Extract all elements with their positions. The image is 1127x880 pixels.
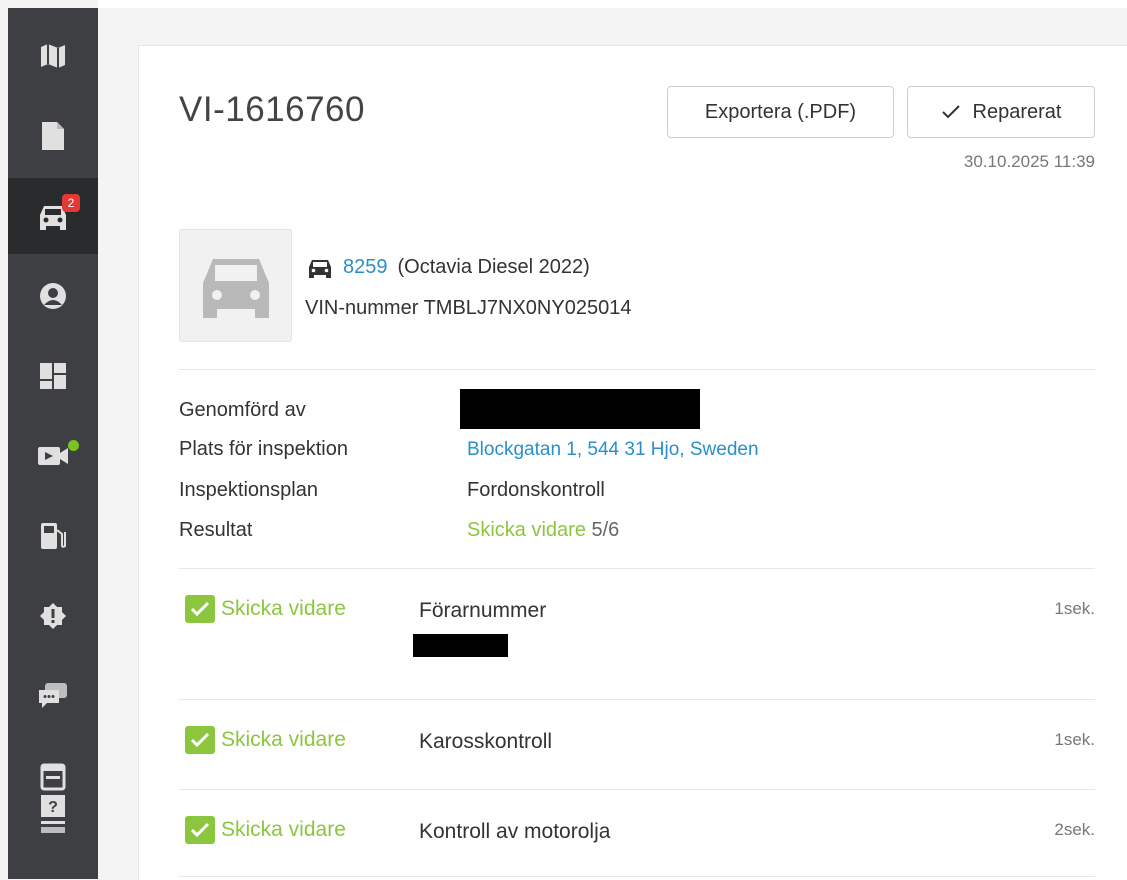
- sidebar-item-dashboard[interactable]: [8, 338, 98, 414]
- car-placeholder-icon: [202, 258, 269, 318]
- check-duration: 1sek.: [1054, 730, 1095, 749]
- vehicle-number-link[interactable]: 8259: [343, 256, 388, 279]
- user-icon: [40, 283, 66, 309]
- divider: [179, 876, 1095, 877]
- check-duration: 1sek.: [1054, 599, 1095, 618]
- vin-label: VIN-nummer: [305, 297, 419, 319]
- dashboard-icon: [40, 363, 66, 389]
- check-status[interactable]: Skicka vidare: [185, 595, 346, 623]
- check-name: Kontroll av motorolja: [419, 820, 611, 843]
- check-status-label: Skicka vidare: [221, 728, 346, 751]
- camera-icon: [38, 447, 68, 465]
- inspection-card: VI-1616760 Exportera (.PDF) Reparerat 30…: [138, 45, 1127, 880]
- vin-row: VIN-nummer TMBLJ7NX0NY025014: [305, 297, 631, 320]
- check-status[interactable]: Skicka vidare: [185, 726, 346, 754]
- sidebar-item-help[interactable]: ?: [8, 783, 98, 843]
- check-name: Karosskontroll: [419, 730, 553, 753]
- location-label: Plats för inspektion: [179, 438, 348, 460]
- fuel-icon: [41, 523, 66, 549]
- redacted-name: [460, 389, 700, 429]
- notification-badge: 2: [62, 194, 80, 212]
- result-count: 5/6: [591, 519, 620, 541]
- car-icon: [309, 259, 331, 278]
- checkbox-checked-icon: [185, 595, 215, 623]
- sidebar-item-camera[interactable]: [8, 418, 98, 494]
- checkbox-checked-icon: [185, 816, 215, 844]
- check-status[interactable]: Skicka vidare: [185, 816, 346, 844]
- result-label: Resultat: [179, 519, 253, 541]
- vehicle-model: (Octavia Diesel 2022): [397, 256, 590, 278]
- vehicle-thumbnail: [179, 229, 292, 342]
- timestamp: 30.10.2025 11:39: [963, 152, 1095, 171]
- sidebar-item-vehicles[interactable]: 2: [8, 178, 98, 254]
- divider: [179, 699, 1095, 700]
- checkmark-icon: [941, 105, 960, 119]
- repaired-button-label: Reparerat: [972, 100, 1062, 123]
- map-icon: [41, 44, 65, 68]
- divider: [179, 369, 1095, 370]
- sidebar: 2 ?: [8, 8, 98, 879]
- performed-by-label: Genomförd av: [179, 399, 306, 421]
- divider: [179, 568, 1095, 569]
- result-value: Skicka vidare 5/6: [467, 519, 619, 542]
- check-status-label: Skicka vidare: [221, 597, 346, 620]
- export-pdf-button[interactable]: Exportera (.PDF): [667, 86, 894, 138]
- top-bar: [98, 0, 1127, 8]
- redacted-value: [413, 634, 508, 657]
- vin-value: TMBLJ7NX0NY025014: [423, 297, 632, 319]
- check-name: Förarnummer: [419, 599, 547, 622]
- document-icon: [42, 122, 64, 150]
- sidebar-item-map[interactable]: [8, 18, 98, 94]
- svg-text:?: ?: [48, 799, 58, 816]
- checkbox-checked-icon: [185, 726, 215, 754]
- vehicle-title: 8259 (Octavia Diesel 2022): [307, 256, 590, 279]
- sidebar-item-fuel[interactable]: [8, 498, 98, 574]
- plan-label: Inspektionsplan: [179, 479, 318, 501]
- divider: [179, 789, 1095, 790]
- help-icon: ?: [41, 795, 65, 833]
- check-status-label: Skicka vidare: [221, 818, 346, 841]
- result-status: Skicka vidare: [467, 519, 586, 541]
- location-link[interactable]: Blockgatan 1, 544 31 Hjo, Sweden: [467, 439, 759, 461]
- repaired-button[interactable]: Reparerat: [907, 86, 1095, 138]
- alert-icon: [40, 603, 66, 629]
- chat-icon: [39, 683, 67, 708]
- sidebar-item-users[interactable]: [8, 258, 98, 334]
- page-title: VI-1616760: [179, 90, 365, 129]
- sidebar-item-alerts[interactable]: [8, 578, 98, 654]
- sidebar-item-messages[interactable]: [8, 658, 98, 734]
- plan-value: Fordonskontroll: [467, 479, 605, 501]
- status-dot: [68, 440, 79, 451]
- sidebar-item-documents[interactable]: [8, 98, 98, 174]
- check-duration: 2sek.: [1054, 820, 1095, 839]
